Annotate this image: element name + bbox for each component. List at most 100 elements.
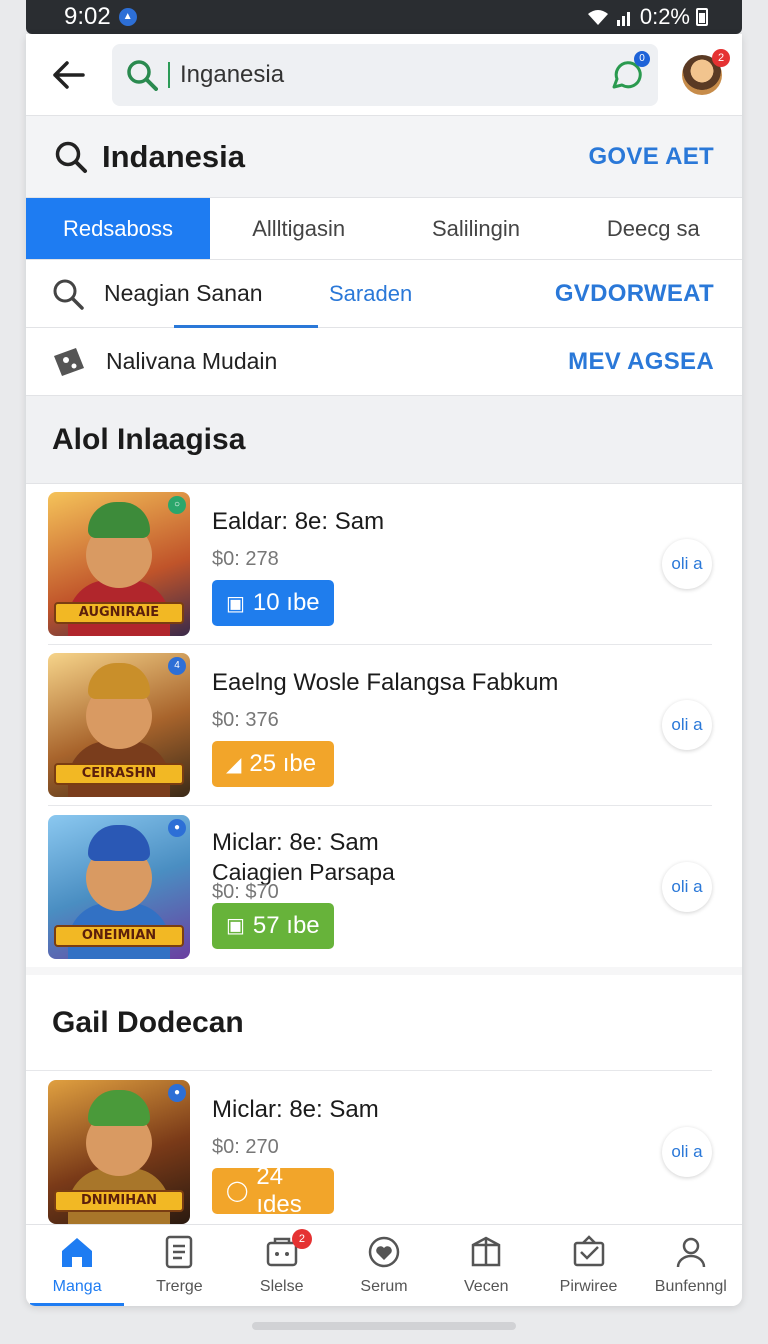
page-title: Indanesia	[102, 138, 245, 174]
item-title: Miclar: 8e: Sam	[212, 1095, 379, 1123]
nav-label: Pirwiree	[559, 1278, 618, 1295]
avatar[interactable]: 2	[682, 48, 730, 95]
nav-item-trerge[interactable]: Trerge	[128, 1225, 230, 1306]
tab-redsaboss[interactable]: Redsaboss	[26, 198, 210, 259]
nav-item-serum[interactable]: Serum	[333, 1225, 435, 1306]
nav-badge: 2	[291, 1229, 312, 1249]
game-thumbnail[interactable]: DNIMIHAN ●	[48, 1079, 190, 1224]
nav-item-vecen[interactable]: Vecen	[435, 1225, 537, 1306]
tab-salilingin[interactable]: Salilingin	[387, 198, 564, 259]
battery-text: 0:2%	[639, 4, 690, 29]
avatar-badge: 2	[712, 48, 730, 67]
nav-item-bunfenngl[interactable]: Bunfenngl	[640, 1225, 742, 1306]
nav-row-action-link[interactable]: MEV AGSEA	[568, 348, 714, 376]
chat-button[interactable]: 0	[608, 50, 650, 93]
item-list: AUGNIRAIE ○ Ealdar: 8e: Sam $0: 278 ▣ 10 ıbe o…	[26, 484, 742, 967]
item-action-button[interactable]: ▣ 10 ıbe	[212, 580, 334, 626]
back-arrow-icon[interactable]	[50, 56, 88, 94]
app-screen: Inganesia 0 2 Indanesia GOVE AET Redsabo…	[26, 34, 742, 1306]
search-icon	[53, 279, 84, 310]
thumbnail-banner: DNIMIHAN	[54, 1189, 184, 1212]
item-action-button[interactable]: ◯ 24 ıdes	[212, 1163, 334, 1218]
text-cursor	[168, 61, 170, 88]
status-right: 0:2%	[586, 4, 708, 30]
tab-deecg-sa[interactable]: Deecg sa	[565, 198, 742, 259]
thumbnail-banner: CEIRASHN	[54, 763, 184, 785]
list-item[interactable]: AUGNIRAIE ○ Ealdar: 8e: Sam $0: 278 ▣ 10 ıbe o…	[48, 484, 712, 645]
battery-icon	[696, 8, 708, 26]
page-header: Indanesia GOVE AET	[26, 116, 742, 198]
tab-bar: Redsaboss Allltigasin Salilingin Deecg s…	[26, 198, 742, 260]
nav-item-slelse[interactable]: Slelse 2	[231, 1225, 333, 1306]
clock-icon: ◯	[226, 1180, 249, 1202]
item-title: Eaelng Wosle Falangsa Fabkum	[212, 669, 559, 696]
item-action-button[interactable]: ▣ 57 ıbe	[212, 902, 334, 949]
thumbnail-banner: AUGNIRAIE	[54, 602, 184, 624]
home-indicator	[252, 1322, 516, 1330]
item-info: Eaelng Wosle Falangsa Fabkum $0: 376 ◢ 25 ı…	[212, 653, 662, 797]
search-value: Inganesia	[180, 60, 285, 88]
nav-label: Trerge	[156, 1278, 203, 1295]
filter-label[interactable]: Neagian Sanan	[104, 280, 329, 307]
item-more-button[interactable]: oli a	[662, 861, 712, 912]
item-more-button[interactable]: oli a	[662, 700, 712, 750]
nav-label: Bunfenngl	[654, 1278, 727, 1295]
filter-middle-link[interactable]: Saraden	[329, 281, 555, 307]
game-thumbnail[interactable]: AUGNIRAIE ○	[48, 492, 190, 636]
game-thumbnail[interactable]: CEIRASHN 4	[48, 653, 190, 797]
item-action-label: 10 ıbe	[252, 589, 320, 616]
nav-label: Vecen	[464, 1278, 509, 1295]
status-bar: 9:02 ▲ 0:2%	[26, 0, 742, 34]
item-more-button[interactable]: oli a	[662, 1126, 712, 1177]
item-price: $0: 270	[212, 1135, 279, 1158]
corner-badge-icon: ●	[168, 818, 186, 837]
item-title: Ealdar: 8e: Sam	[212, 508, 385, 535]
corner-badge-icon: ●	[168, 1083, 186, 1102]
home-icon	[59, 1235, 95, 1274]
list-item[interactable]: DNIMIHAN ● Miclar: 8e: Sam $0: 270 ◯ 24 ıdes o…	[48, 1071, 712, 1232]
chat-badge: 0	[634, 50, 650, 67]
list-item[interactable]: ONEIMIAN ● Miclar: 8e: Sam Caiagien Parsapa…	[48, 806, 712, 967]
list-icon	[164, 1235, 194, 1274]
header-action-link[interactable]: GOVE AET	[588, 143, 714, 171]
nav-item-manga[interactable]: Manga	[26, 1225, 128, 1306]
item-list: DNIMIHAN ● Miclar: 8e: Sam $0: 270 ◯ 24 ıdes o…	[26, 1071, 742, 1232]
thumbnail-banner: ONEIMIAN	[54, 924, 184, 947]
item-price: $0: 376	[212, 709, 279, 731]
wifi-icon	[587, 10, 608, 25]
filter-row: Neagian Sanan Saraden GVDORWEAT	[26, 260, 742, 328]
list-item[interactable]: CEIRASHN 4 Eaelng Wosle Falangsa Fabkum $0:…	[48, 645, 712, 806]
character-hat	[88, 663, 150, 699]
bottom-nav: Manga Trerge Slelse 2 Serum Vecen Pirwiree Bunf…	[26, 1224, 742, 1306]
search-input[interactable]: Inganesia 0	[112, 43, 658, 106]
section-2: Gail Dodecan DNIMIHAN ● Miclar: 8e: Sam $0:…	[26, 975, 742, 1232]
user-icon	[674, 1235, 708, 1274]
nav-label: Manga	[52, 1278, 102, 1295]
heart-icon	[367, 1235, 401, 1274]
item-info: Miclar: 8e: Sam $0: 270 ◯ 24 ıdes	[212, 1080, 662, 1224]
section-title: Alol Inlaagisa	[26, 396, 742, 484]
puzzle-icon	[54, 347, 84, 376]
item-more-button[interactable]: oli a	[662, 539, 712, 589]
notification-icon: ▲	[118, 8, 137, 26]
search-icon	[127, 59, 158, 91]
nav-row-label[interactable]: Nalivana Mudain	[106, 348, 568, 375]
character-hat	[88, 502, 150, 538]
corner-badge-icon: ○	[168, 496, 186, 514]
checkbox-icon	[572, 1235, 606, 1274]
nav-item-pirwiree[interactable]: Pirwiree	[537, 1225, 639, 1306]
game-thumbnail[interactable]: ONEIMIAN ●	[48, 814, 190, 959]
item-action-button[interactable]: ◢ 25 ıbe	[212, 741, 334, 787]
item-action-label: 24 ıdes	[256, 1162, 302, 1218]
nav-label: Slelse	[259, 1278, 304, 1295]
character-hat	[88, 1089, 150, 1126]
filter-action-link[interactable]: GVDORWEAT	[555, 280, 714, 308]
bag-icon: ▣	[226, 915, 245, 937]
top-bar: Inganesia 0 2	[26, 34, 742, 116]
item-price: $0: 278	[212, 548, 279, 570]
item-info: Miclar: 8e: Sam Caiagien Parsapa $0: $70 ▣ 5…	[212, 815, 662, 959]
item-title: Miclar: 8e: Sam	[212, 828, 379, 856]
nav-label: Serum	[360, 1278, 408, 1295]
tab-allltigasin[interactable]: Allltigasin	[210, 198, 387, 259]
tag-icon: ◢	[226, 753, 242, 776]
